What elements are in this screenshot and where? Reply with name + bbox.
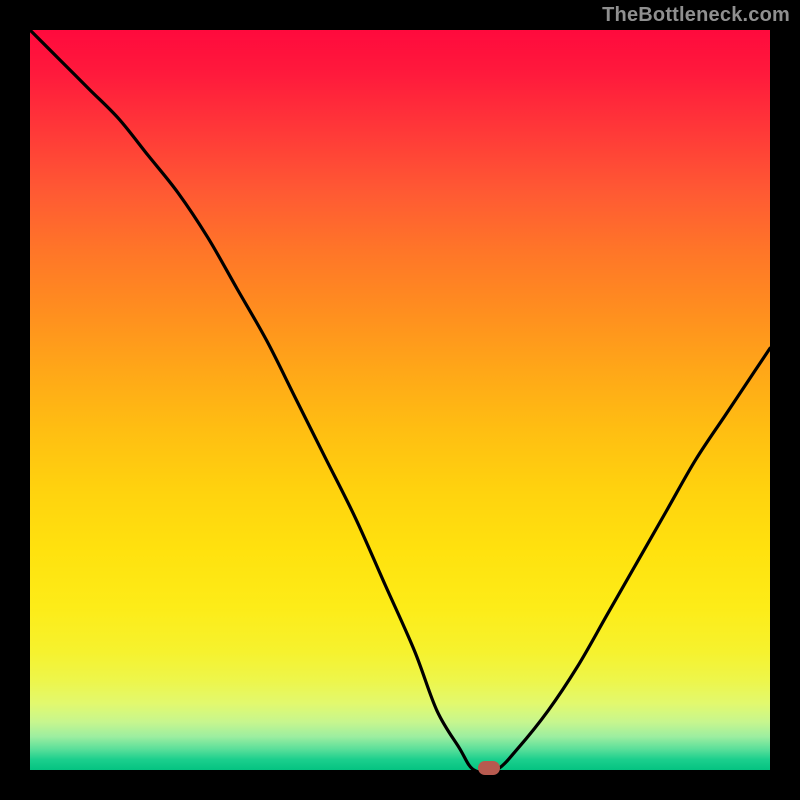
curve-svg bbox=[30, 30, 770, 770]
watermark-text: TheBottleneck.com bbox=[602, 4, 790, 27]
bottleneck-curve-path bbox=[30, 30, 770, 770]
chart-frame: TheBottleneck.com bbox=[0, 0, 800, 800]
plot-area bbox=[30, 30, 770, 770]
optimum-marker bbox=[478, 761, 500, 775]
